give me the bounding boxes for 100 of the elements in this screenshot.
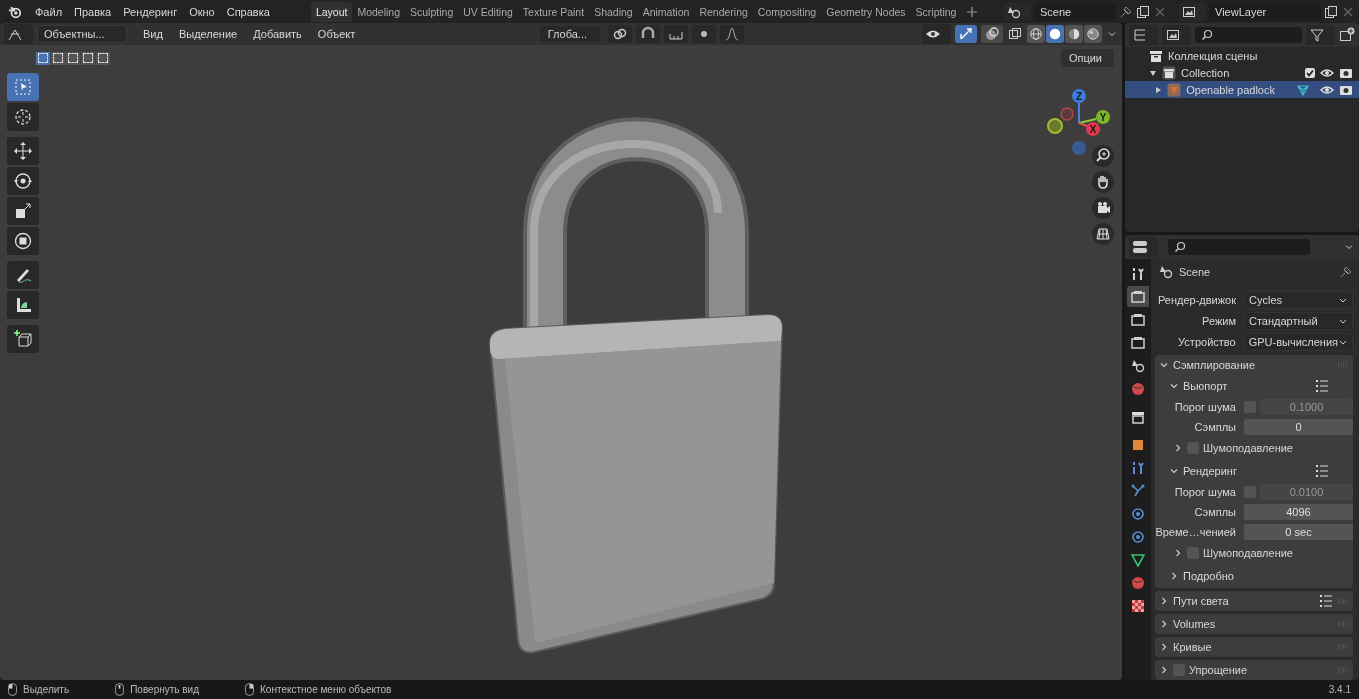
- number-field[interactable]: 4096: [1244, 504, 1353, 520]
- copy-icon[interactable]: [1324, 4, 1338, 19]
- tool-button[interactable]: [7, 325, 39, 353]
- view-layer-field[interactable]: ViewLayer: [1209, 2, 1321, 21]
- options-dropdown[interactable]: Опции: [1060, 49, 1114, 67]
- search-field[interactable]: [1195, 27, 1302, 43]
- subpanel-title[interactable]: Рендеринг: [1183, 464, 1237, 477]
- workspace-tab[interactable]: Geometry Nodes: [821, 1, 911, 22]
- workspace-tab[interactable]: Layout: [310, 1, 353, 22]
- workspace-tab[interactable]: Compositing: [752, 1, 822, 22]
- menu-item[interactable]: Вид: [137, 26, 169, 42]
- gizmo-toggle-icon[interactable]: [955, 25, 977, 43]
- snap-increment-icon[interactable]: [663, 25, 688, 43]
- copy-icon[interactable]: [1136, 4, 1150, 19]
- field-label: Порог шума: [1173, 400, 1237, 413]
- add-icon[interactable]: [967, 6, 978, 17]
- magnet-icon[interactable]: [635, 25, 660, 43]
- menu-item[interactable]: Добавить: [247, 26, 308, 42]
- editor-type-icon[interactable]: [4, 24, 33, 44]
- menu-item[interactable]: Объект: [311, 26, 362, 42]
- tree-item-label[interactable]: Коллекция сцены: [1168, 49, 1258, 62]
- axis-handle[interactable]: [1060, 107, 1074, 121]
- axis-handle[interactable]: [1047, 118, 1063, 134]
- display-mode-icon[interactable]: [1162, 25, 1191, 45]
- tool-button[interactable]: [7, 227, 39, 255]
- tool-button[interactable]: [7, 197, 39, 225]
- workspace-tab[interactable]: Shading: [589, 1, 638, 22]
- workspace-tab[interactable]: Rendering: [694, 1, 753, 22]
- tool-button[interactable]: [7, 167, 39, 195]
- mesh-data-icon[interactable]: [1296, 82, 1310, 97]
- presets-list-icon[interactable]: [1315, 378, 1329, 393]
- dropdown[interactable]: GPU-вычисления: [1243, 332, 1353, 351]
- tool-button[interactable]: [7, 291, 39, 319]
- dropdown[interactable]: Cycles: [1244, 290, 1353, 309]
- tool-button[interactable]: [7, 137, 39, 165]
- workspace-tab[interactable]: UV Editing: [458, 1, 518, 22]
- presets-list-icon[interactable]: [1319, 594, 1333, 608]
- menu-item[interactable]: Рендеринг: [118, 2, 183, 21]
- properties-type-icon[interactable]: [1129, 237, 1158, 257]
- panel-title[interactable]: Упрощение: [1189, 664, 1248, 676]
- exclude-checkbox[interactable]: [1305, 67, 1315, 78]
- number-field[interactable]: 0.1000: [1260, 398, 1353, 415]
- axis-handle[interactable]: Z: [1072, 89, 1086, 124]
- xray-icon[interactable]: [1007, 26, 1023, 42]
- scene-name-field[interactable]: Scene: [1034, 2, 1116, 21]
- presets-list-icon[interactable]: [1315, 463, 1329, 478]
- scene-icon[interactable]: [1004, 2, 1031, 21]
- orientation-dropdown[interactable]: Глоба...: [539, 26, 600, 42]
- panel-title[interactable]: Пути света: [1173, 595, 1229, 607]
- falloff-curve-icon[interactable]: [719, 25, 744, 43]
- pin-icon[interactable]: [1339, 265, 1353, 279]
- mode-dropdown[interactable]: Объектны...: [37, 25, 127, 43]
- subpanel-title[interactable]: Шумоподавление: [1203, 546, 1293, 559]
- material-sphere-icon[interactable]: [1065, 25, 1083, 43]
- number-field[interactable]: 0: [1244, 419, 1353, 435]
- workspace-tab[interactable]: Scripting: [910, 1, 962, 22]
- workspace-tab[interactable]: Sculpting: [405, 1, 459, 22]
- number-field[interactable]: 0 sec: [1244, 524, 1353, 540]
- panel-title[interactable]: Кривые: [1173, 641, 1212, 653]
- proportional-edit-icon[interactable]: [691, 25, 716, 43]
- rotate-icon: [13, 171, 33, 191]
- pin-icon[interactable]: [1119, 4, 1133, 19]
- subpanel-title[interactable]: Подробно: [1183, 569, 1234, 582]
- overlays-icon[interactable]: [981, 25, 1003, 43]
- axis-handle[interactable]: [1072, 141, 1086, 155]
- outliner-type-icon[interactable]: [1129, 25, 1158, 45]
- tool-button[interactable]: [7, 103, 39, 131]
- grid-icon[interactable]: [1092, 223, 1114, 245]
- mouse-icon: [245, 683, 255, 696]
- zoom-icon[interactable]: [1092, 145, 1114, 167]
- menu-item[interactable]: Выделение: [172, 26, 244, 42]
- subpanel-title[interactable]: Вьюпорт: [1183, 379, 1228, 392]
- blender-logo-icon[interactable]: [8, 4, 22, 19]
- menu-item[interactable]: Правка: [69, 2, 117, 21]
- menu-item[interactable]: Файл: [30, 2, 68, 21]
- wireframe-sphere-icon[interactable]: [1027, 25, 1045, 43]
- workspace-tab[interactable]: Texture Paint: [517, 1, 590, 22]
- panel-title[interactable]: Volumes: [1173, 618, 1216, 630]
- checker-icon: [1131, 598, 1145, 613]
- properties-tab[interactable]: [1127, 286, 1149, 307]
- tree-item-label[interactable]: Collection: [1181, 66, 1230, 79]
- rendered-sphere-icon[interactable]: [1084, 25, 1102, 43]
- dropdown[interactable]: Стандартный: [1244, 311, 1353, 330]
- workspace-tab[interactable]: Modeling: [352, 1, 406, 22]
- solid-sphere-icon[interactable]: [1046, 25, 1064, 43]
- search-field[interactable]: [1168, 239, 1310, 255]
- hand-icon[interactable]: [1092, 171, 1114, 193]
- context-label: Scene: [1179, 266, 1211, 278]
- tool-button[interactable]: [7, 261, 39, 289]
- menu-item[interactable]: Справка: [221, 2, 275, 21]
- disclosure-triangle-icon[interactable]: [1154, 85, 1163, 94]
- filter-icon[interactable]: [1306, 25, 1335, 45]
- subpanel-title[interactable]: Шумоподавление: [1203, 441, 1293, 454]
- new-collection-icon[interactable]: [1339, 27, 1355, 43]
- panel-title[interactable]: Сэмплирование: [1173, 359, 1256, 371]
- workspace-tab[interactable]: Animation: [637, 1, 695, 22]
- menu-item[interactable]: Окно: [184, 2, 220, 21]
- disclosure-triangle-icon[interactable]: [1149, 68, 1157, 77]
- visibility-icon[interactable]: [922, 24, 951, 44]
- number-field[interactable]: 0.0100: [1260, 483, 1353, 500]
